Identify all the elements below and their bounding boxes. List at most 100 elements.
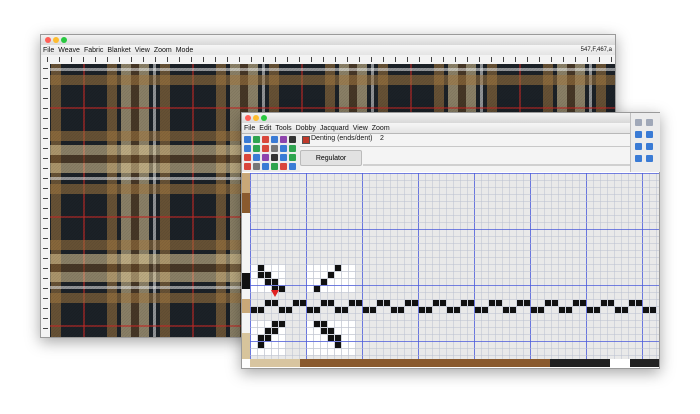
weave-cell (391, 307, 397, 313)
weave-cell (314, 272, 320, 278)
ruler-tick (299, 57, 300, 62)
tool-button[interactable] (646, 131, 653, 138)
regulator-label: Regulator (315, 154, 347, 162)
menu-file[interactable]: File (242, 125, 257, 132)
weave-cell (314, 342, 320, 348)
denting-divider (300, 146, 630, 147)
minimize-icon[interactable] (53, 37, 59, 43)
weave-cell (342, 272, 348, 278)
weave-cell (279, 349, 285, 355)
ruler-tick (43, 68, 48, 69)
tool-button[interactable] (635, 143, 642, 150)
weave-cell (321, 279, 327, 285)
menu-mode[interactable]: Mode (174, 47, 196, 54)
tool-button[interactable] (635, 131, 642, 138)
zoom-icon[interactable] (61, 37, 67, 43)
menu-fabric[interactable]: Fabric (82, 47, 105, 54)
menu-zoom[interactable]: Zoom (370, 125, 392, 132)
weave-cell (258, 279, 264, 285)
tool-button[interactable] (253, 145, 260, 152)
tool-button[interactable] (244, 163, 251, 170)
tool-button[interactable] (635, 155, 642, 162)
tool-button[interactable] (289, 136, 296, 143)
weave-cell (307, 335, 313, 341)
menu-view[interactable]: View (133, 47, 152, 54)
tool-button[interactable] (262, 136, 269, 143)
weave-cell (265, 349, 271, 355)
ruler-tick (43, 118, 48, 119)
weave-cell (272, 300, 278, 306)
tool-button[interactable] (280, 154, 287, 161)
ruler-tick (43, 168, 48, 169)
tool-button[interactable] (280, 136, 287, 143)
ruler-tick (251, 57, 252, 62)
tool-button[interactable] (635, 119, 642, 126)
tool-button[interactable] (280, 163, 287, 170)
weave-cell (321, 286, 327, 292)
tool-button[interactable] (244, 154, 251, 161)
tool-button[interactable] (289, 154, 296, 161)
ruler-tick (43, 308, 48, 309)
regulator-button[interactable]: Regulator (300, 150, 362, 166)
ruler-tick (43, 148, 48, 149)
front-window: File Edit Tools Dobby Jacquard View Zoom… (241, 112, 660, 369)
weave-cell (349, 286, 355, 292)
tool-palette (242, 134, 301, 172)
tool-button[interactable] (271, 145, 278, 152)
weave-cell (349, 349, 355, 355)
ruler-tick (143, 57, 144, 62)
ruler-tick (431, 57, 432, 62)
zoom-icon[interactable] (261, 115, 267, 121)
menu-tools[interactable]: Tools (273, 125, 293, 132)
warp-color-strip (250, 359, 659, 367)
denting-value[interactable]: 2 (380, 135, 384, 142)
weave-cell (342, 335, 348, 341)
tool-button[interactable] (280, 145, 287, 152)
ruler-tick (227, 57, 228, 62)
minimize-icon[interactable] (253, 115, 259, 121)
tool-button[interactable] (262, 163, 269, 170)
tool-button[interactable] (289, 145, 296, 152)
ruler-tick (263, 57, 264, 62)
tool-button[interactable] (262, 154, 269, 161)
menu-view[interactable]: View (351, 125, 370, 132)
weave-cell (503, 307, 509, 313)
tool-button[interactable] (289, 163, 296, 170)
weave-cell (370, 307, 376, 313)
weave-cell (321, 272, 327, 278)
menu-blanket[interactable]: Blanket (105, 47, 132, 54)
weave-cell (650, 307, 656, 313)
menu-weave[interactable]: Weave (56, 47, 82, 54)
tool-button[interactable] (271, 136, 278, 143)
tool-button[interactable] (262, 145, 269, 152)
tool-button[interactable] (646, 143, 653, 150)
weave-cell (328, 342, 334, 348)
close-icon[interactable] (245, 115, 251, 121)
weave-grid[interactable] (250, 173, 659, 359)
tool-button[interactable] (253, 154, 260, 161)
weave-cell (342, 265, 348, 271)
weave-cell (349, 300, 355, 306)
tool-button[interactable] (646, 155, 653, 162)
tool-button[interactable] (253, 163, 260, 170)
menu-file[interactable]: File (41, 47, 56, 54)
weave-cell (335, 349, 341, 355)
menu-jacquard[interactable]: Jacquard (318, 125, 351, 132)
warp-color-segment (630, 359, 659, 367)
tool-button[interactable] (271, 163, 278, 170)
tool-button[interactable] (646, 119, 653, 126)
close-icon[interactable] (45, 37, 51, 43)
ruler-tick (43, 228, 48, 229)
menu-zoom[interactable]: Zoom (152, 47, 174, 54)
front-menubar: File Edit Tools Dobby Jacquard View Zoom (242, 123, 659, 134)
tool-button[interactable] (253, 136, 260, 143)
tool-button[interactable] (244, 145, 251, 152)
weave-cell (461, 300, 467, 306)
menu-edit[interactable]: Edit (257, 125, 273, 132)
tool-button[interactable] (244, 136, 251, 143)
weave-cell (251, 265, 257, 271)
weave-cell (314, 279, 320, 285)
ruler-tick (43, 248, 48, 249)
tool-button[interactable] (271, 154, 278, 161)
menu-dobby[interactable]: Dobby (294, 125, 318, 132)
